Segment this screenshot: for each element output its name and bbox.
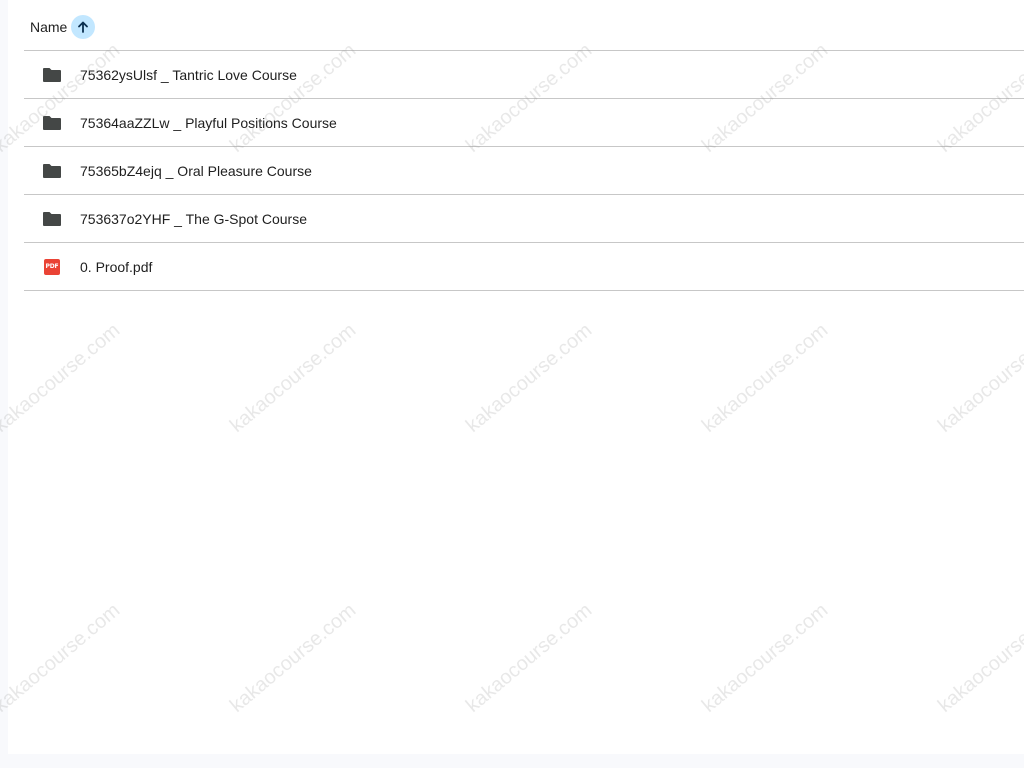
- watermark-text: kakaocourse.com: [0, 319, 125, 437]
- folder-icon: [42, 209, 62, 229]
- item-name: 0. Proof.pdf: [80, 258, 153, 275]
- watermark-text: kakaocourse.com: [934, 599, 1024, 717]
- watermark-text: kakaocourse.com: [698, 599, 833, 717]
- watermark-text: kakaocourse.com: [462, 319, 597, 437]
- list-item-folder-1[interactable]: 75362ysUlsf _ Tantric Love Course: [24, 51, 1024, 99]
- folder-icon: [42, 113, 62, 133]
- list-item-folder-4[interactable]: 753637o2YHF _ The G-Spot Course: [24, 195, 1024, 243]
- folder-icon: [42, 65, 62, 85]
- item-name: 75364aaZZLw _ Playful Positions Course: [80, 114, 337, 131]
- folder-icon: [42, 161, 62, 181]
- left-edge: [0, 0, 8, 768]
- watermark-text: kakaocourse.com: [698, 319, 833, 437]
- arrow-up-icon[interactable]: [71, 15, 96, 39]
- bottom-edge: [0, 754, 1024, 768]
- item-name: 753637o2YHF _ The G-Spot Course: [80, 210, 307, 227]
- name-header-label: Name: [30, 19, 68, 35]
- item-name: 75362ysUlsf _ Tantric Love Course: [80, 66, 297, 83]
- list-item-folder-2[interactable]: 75364aaZZLw _ Playful Positions Course: [24, 99, 1024, 147]
- list-header: Name: [24, 4, 1024, 51]
- watermark-text: kakaocourse.com: [934, 319, 1024, 437]
- file-list: Name 75362ysUlsf _ Tantric Love Course 7…: [24, 4, 1024, 291]
- watermark-text: kakaocourse.com: [226, 319, 361, 437]
- item-name: 75365bZ4ejq _ Oral Pleasure Course: [80, 162, 312, 179]
- pdf-icon: PDF: [42, 257, 62, 277]
- list-item-folder-3[interactable]: 75365bZ4ejq _ Oral Pleasure Course: [24, 147, 1024, 195]
- name-column-header[interactable]: Name: [30, 15, 96, 39]
- file-browser-page: Name 75362ysUlsf _ Tantric Love Course 7…: [0, 0, 1024, 768]
- watermark-text: kakaocourse.com: [0, 599, 125, 717]
- pdf-icon-badge: PDF: [44, 258, 60, 275]
- watermark-text: kakaocourse.com: [226, 599, 361, 717]
- watermark-text: kakaocourse.com: [462, 599, 597, 717]
- list-item-pdf[interactable]: PDF 0. Proof.pdf: [24, 243, 1024, 291]
